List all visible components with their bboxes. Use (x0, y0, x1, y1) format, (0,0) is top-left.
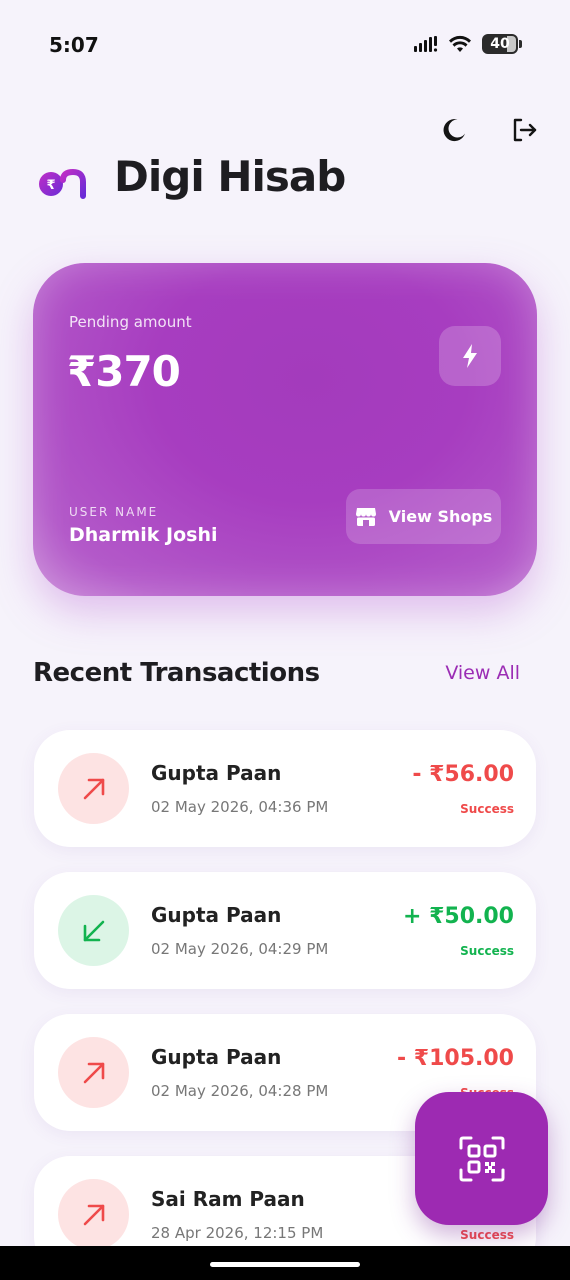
signal-icon (414, 36, 438, 52)
recent-transactions-title: Recent Transactions (33, 658, 320, 688)
status-icons: 40 (414, 34, 522, 54)
view-shops-button[interactable]: View Shops (346, 489, 501, 544)
transaction-date: 28 Apr 2026, 12:15 PM (151, 1224, 324, 1242)
digi-hisab-logo-icon: ₹ (39, 154, 86, 199)
view-shops-label: View Shops (388, 507, 493, 526)
qr-scan-icon (459, 1136, 504, 1181)
home-indicator[interactable] (210, 1262, 360, 1267)
arrow-up-right-icon (83, 778, 104, 799)
balance-card: Pending amount ₹370 USER NAME Dharmik Jo… (33, 263, 537, 596)
theme-toggle-button[interactable] (438, 114, 470, 146)
user-name-value: Dharmik Joshi (69, 524, 218, 546)
transaction-shop-name: Sai Ram Paan (151, 1187, 305, 1211)
credit-indicator (58, 895, 129, 966)
transaction-item[interactable]: Gupta Paan 02 May 2026, 04:29 PM + ₹50.0… (34, 872, 536, 989)
transaction-date: 02 May 2026, 04:29 PM (151, 940, 329, 958)
transaction-shop-name: Gupta Paan (151, 903, 282, 927)
pending-amount-value: ₹370 (67, 347, 181, 396)
debit-indicator (58, 1037, 129, 1108)
debit-indicator (58, 753, 129, 824)
store-icon (355, 507, 376, 526)
transaction-amount: - ₹56.00 (412, 762, 514, 787)
transaction-shop-name: Gupta Paan (151, 761, 282, 785)
status-time: 5:07 (49, 33, 99, 57)
debit-indicator (58, 1179, 129, 1250)
svg-text:₹: ₹ (46, 178, 55, 193)
arrow-up-right-icon (83, 1062, 104, 1083)
battery-level: 40 (490, 36, 510, 52)
arrow-down-left-icon (83, 920, 104, 941)
transaction-amount: + ₹50.00 (403, 904, 514, 929)
flash-icon (463, 344, 477, 368)
system-nav-bar (0, 1246, 570, 1280)
arrow-up-right-icon (83, 1204, 104, 1225)
transaction-status: Success (460, 944, 514, 958)
transaction-shop-name: Gupta Paan (151, 1045, 282, 1069)
quick-action-button[interactable] (439, 326, 501, 386)
transaction-amount: - ₹105.00 (397, 1046, 514, 1071)
view-all-link[interactable]: View All (445, 662, 520, 684)
brand-header: ₹ Digi Hisab (38, 152, 346, 201)
transaction-date: 02 May 2026, 04:28 PM (151, 1082, 329, 1100)
moon-icon (443, 119, 465, 142)
app-title: Digi Hisab (114, 152, 346, 201)
transaction-item[interactable]: Gupta Paan 02 May 2026, 04:36 PM - ₹56.0… (34, 730, 536, 847)
header-actions (438, 114, 540, 146)
logout-button[interactable] (508, 114, 540, 146)
status-bar: 5:07 40 (0, 0, 570, 92)
scan-qr-button[interactable] (415, 1092, 548, 1225)
transaction-status: Success (460, 802, 514, 816)
logout-icon (513, 118, 537, 142)
transaction-status: Success (460, 1228, 514, 1242)
wifi-icon (449, 35, 471, 52)
pending-amount-label: Pending amount (69, 313, 192, 331)
transaction-date: 02 May 2026, 04:36 PM (151, 798, 329, 816)
user-name-label: USER NAME (69, 505, 159, 519)
battery-icon: 40 (482, 34, 518, 54)
